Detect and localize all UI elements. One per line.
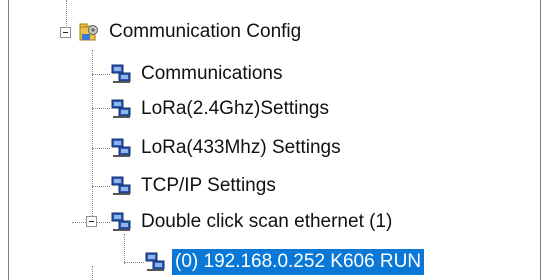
tree-line [92,108,110,109]
tree-node-communications[interactable]: Communications [110,60,286,88]
tree-node-label: TCP/IP Settings [141,175,276,196]
collapse-toggle-scan[interactable] [86,216,97,227]
tree-node-label: (0) 192.168.0.252 K606 RUN [172,249,425,275]
tree-line [92,148,110,149]
tree-line [124,262,144,263]
tree-node-label: Double click scan ethernet (1) [141,211,393,232]
network-icon [111,176,131,195]
tree-node-tcpip-settings[interactable]: TCP/IP Settings [110,172,279,200]
tree-node-label: LoRa(433Mhz) Settings [141,137,341,158]
tree-node-lora-24ghz-settings[interactable]: LoRa(2.4Ghz)Settings [110,95,332,123]
network-icon [111,212,131,231]
tree-node-label: LoRa(2.4Ghz)Settings [141,98,329,119]
config-folder-icon [79,23,98,41]
tree-node-communication-config[interactable]: Communication Config [78,18,304,46]
tree-line-root-children [92,50,93,222]
tree-node-label: Communications [141,63,283,84]
collapse-toggle-root[interactable] [60,27,71,38]
tree-line [92,186,110,187]
tree-node-lora-433mhz-settings[interactable]: LoRa(433Mhz) Settings [110,134,344,162]
network-icon [111,99,131,118]
network-icon [111,138,131,157]
communication-tree-panel: Communication Config Communications LoRa… [0,0,554,280]
tree-node-device-192-168-0-252[interactable]: (0) 192.168.0.252 K606 RUN [144,248,425,276]
tree-line [92,74,110,75]
tree-node-label: Communication Config [109,21,302,42]
tree-line-bottom [92,266,93,280]
window-left-border [8,0,9,280]
tree-line-scan-children [124,234,125,264]
network-icon [111,64,131,83]
window-right-border [540,0,541,280]
network-icon [145,252,165,271]
tree-line-top [66,0,67,26]
tree-node-scan-ethernet[interactable]: Double click scan ethernet (1) [110,208,395,236]
